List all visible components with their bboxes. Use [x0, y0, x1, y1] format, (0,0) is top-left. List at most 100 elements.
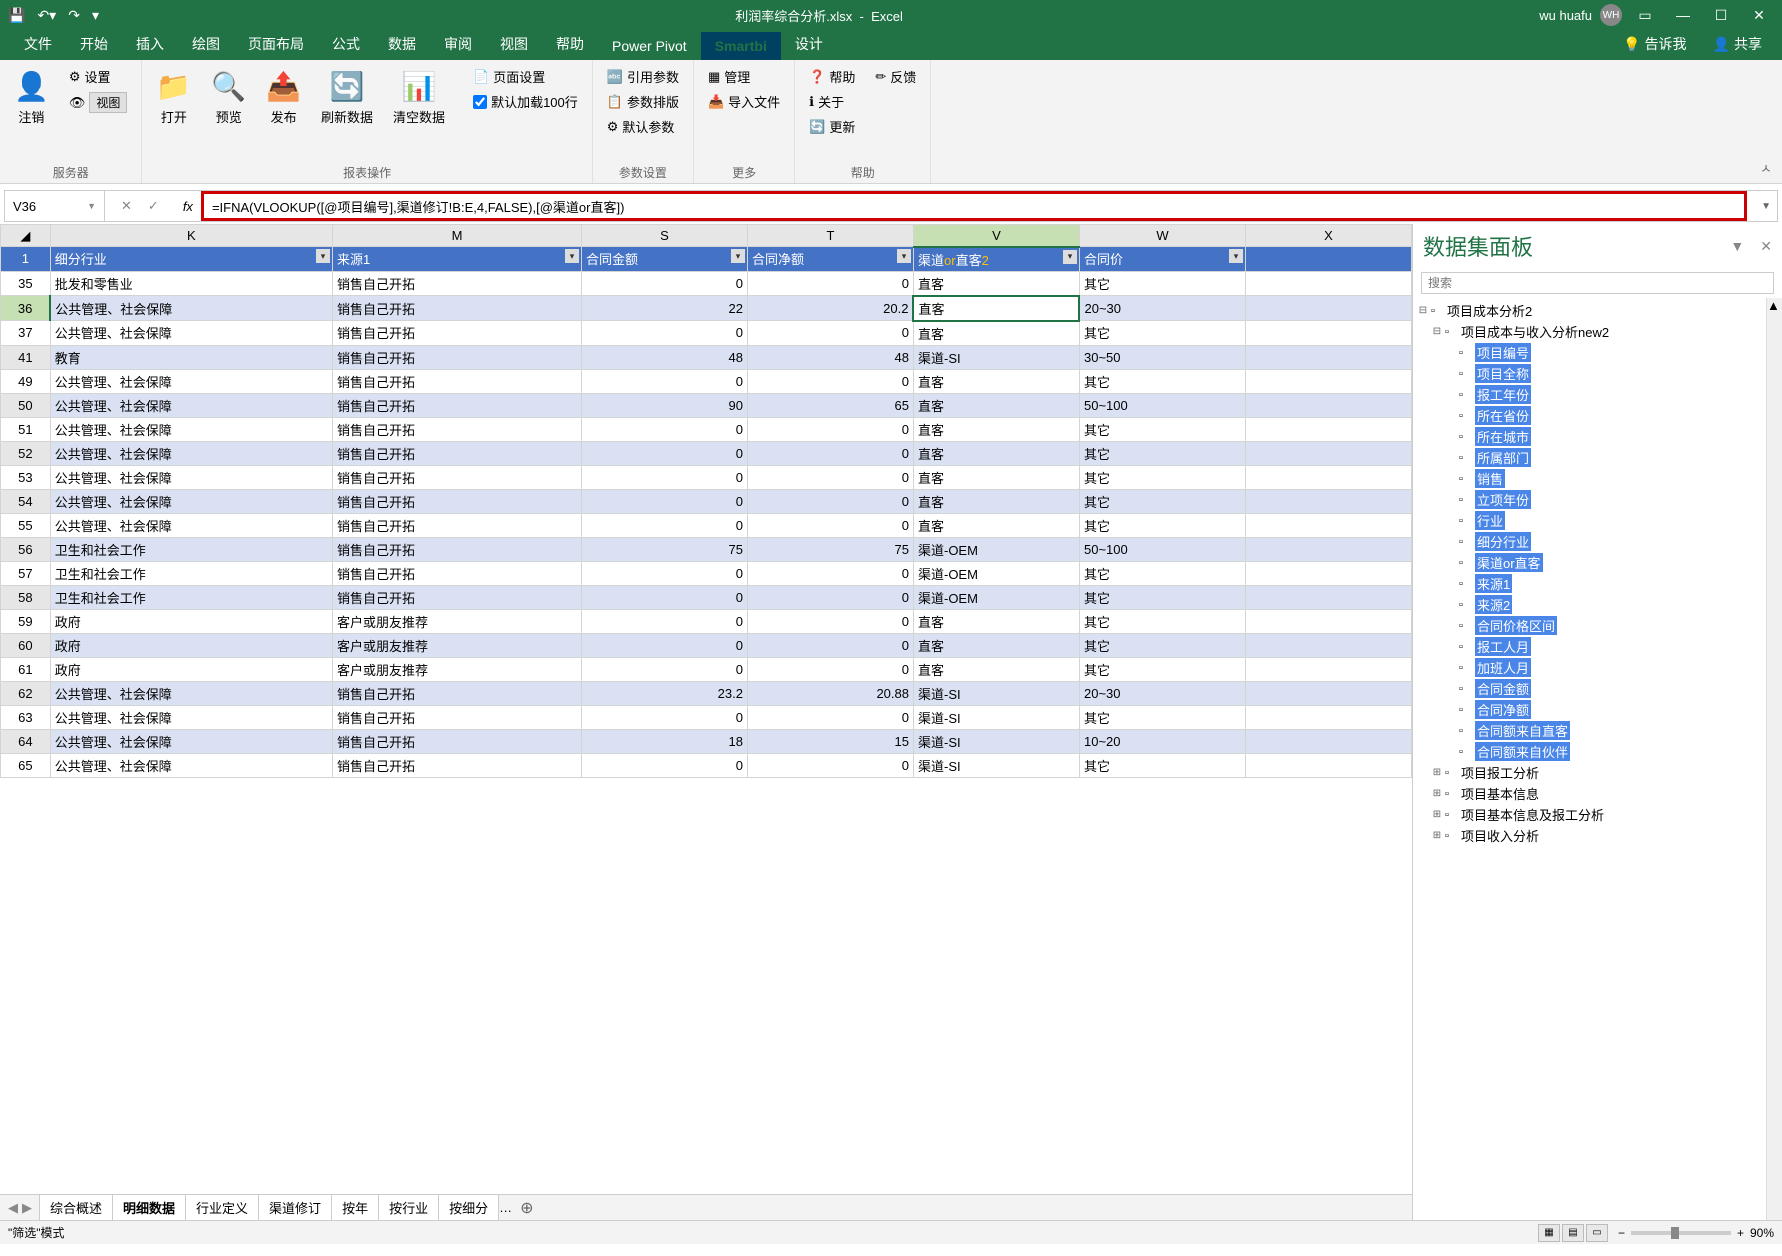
cell[interactable]: 公共管理、社会保障 [50, 393, 332, 417]
cell[interactable]: 15 [747, 729, 913, 753]
accept-formula-icon[interactable]: ✓ [148, 198, 159, 214]
param-layout-button[interactable]: 📋 参数排版 [603, 91, 683, 112]
tree-node[interactable]: ⊞▫项目基本信息及报工分析 [1417, 804, 1762, 825]
table-row[interactable]: 50公共管理、社会保障销售自己开拓9065直客50~100 [1, 393, 1412, 417]
cell[interactable]: 其它 [1079, 705, 1245, 729]
view-button[interactable]: 👁 视图 [65, 91, 132, 114]
cell[interactable]: 0 [581, 657, 747, 681]
row-header[interactable]: 60 [1, 633, 51, 657]
cell[interactable]: 渠道-SI [913, 753, 1079, 777]
cell[interactable]: 其它 [1079, 585, 1245, 609]
tab-设计[interactable]: 设计 [781, 28, 837, 60]
cell[interactable]: 其它 [1079, 561, 1245, 585]
cell[interactable]: 0 [581, 321, 747, 346]
row-header[interactable]: 62 [1, 681, 51, 705]
sheet-tab-按细分[interactable]: 按细分 [438, 1194, 499, 1221]
cell[interactable] [1245, 369, 1411, 393]
cell[interactable]: 销售自己开拓 [332, 681, 581, 705]
cell[interactable]: 0 [747, 369, 913, 393]
row-header[interactable]: 65 [1, 753, 51, 777]
cell[interactable]: 教育 [50, 345, 332, 369]
row-header[interactable]: 57 [1, 561, 51, 585]
cell[interactable]: 公共管理、社会保障 [50, 705, 332, 729]
cell[interactable]: 卫生和社会工作 [50, 561, 332, 585]
tree-node[interactable]: ▫报工年份 [1417, 384, 1762, 405]
tree-node[interactable]: ▫加班人月 [1417, 657, 1762, 678]
tab-插入[interactable]: 插入 [122, 28, 178, 60]
cell[interactable]: 公共管理、社会保障 [50, 441, 332, 465]
filter-header-cell[interactable]: 细分行业▾ [50, 247, 332, 272]
logout-button[interactable]: 👤 注销 [10, 66, 53, 130]
cell[interactable]: 渠道-OEM [913, 537, 1079, 561]
cell[interactable]: 0 [581, 705, 747, 729]
cell[interactable]: 22 [581, 296, 747, 321]
cell[interactable]: 销售自己开拓 [332, 369, 581, 393]
tab-公式[interactable]: 公式 [318, 28, 374, 60]
cell[interactable]: 0 [581, 271, 747, 296]
row-header[interactable]: 63 [1, 705, 51, 729]
view-page-break-icon[interactable]: ▭ [1586, 1224, 1608, 1242]
cell[interactable]: 卫生和社会工作 [50, 537, 332, 561]
tree-node[interactable]: ▫合同额来自伙伴 [1417, 741, 1762, 762]
cell[interactable]: 公共管理、社会保障 [50, 681, 332, 705]
tree-node[interactable]: ▫所在省份 [1417, 405, 1762, 426]
table-row[interactable]: 49公共管理、社会保障销售自己开拓00直客其它 [1, 369, 1412, 393]
cell[interactable]: 直客 [913, 393, 1079, 417]
tree-node[interactable]: ▫合同净额 [1417, 699, 1762, 720]
tree-node[interactable]: ▫项目全称 [1417, 363, 1762, 384]
tree-node[interactable]: ▫合同额来自直客 [1417, 720, 1762, 741]
cell[interactable]: 销售自己开拓 [332, 585, 581, 609]
cell[interactable]: 公共管理、社会保障 [50, 513, 332, 537]
cell[interactable] [1245, 417, 1411, 441]
cell[interactable]: 0 [581, 441, 747, 465]
tab-视图[interactable]: 视图 [486, 28, 542, 60]
cell[interactable]: 公共管理、社会保障 [50, 465, 332, 489]
cell[interactable] [1245, 681, 1411, 705]
col-header-S[interactable]: S [581, 225, 747, 247]
col-header-V[interactable]: V [913, 225, 1079, 247]
cell[interactable]: 其它 [1079, 465, 1245, 489]
update-button[interactable]: 🔄 更新 [805, 116, 859, 137]
cell[interactable] [1245, 585, 1411, 609]
sheet-tab-渠道修订[interactable]: 渠道修订 [258, 1194, 332, 1221]
cell[interactable] [1245, 657, 1411, 681]
table-row[interactable]: 52公共管理、社会保障销售自己开拓00直客其它 [1, 441, 1412, 465]
cell[interactable]: 政府 [50, 633, 332, 657]
cell[interactable]: 销售自己开拓 [332, 441, 581, 465]
tree-node[interactable]: ▫合同金额 [1417, 678, 1762, 699]
table-row[interactable]: 41教育销售自己开拓4848渠道-SI30~50 [1, 345, 1412, 369]
cancel-formula-icon[interactable]: ✕ [121, 198, 132, 214]
table-row[interactable]: 51公共管理、社会保障销售自己开拓00直客其它 [1, 417, 1412, 441]
tab-Power Pivot[interactable]: Power Pivot [598, 32, 701, 60]
cell[interactable] [1245, 633, 1411, 657]
tree-node[interactable]: ▫报工人月 [1417, 636, 1762, 657]
zoom-out-icon[interactable]: − [1618, 1226, 1625, 1240]
cell[interactable]: 其它 [1079, 657, 1245, 681]
filter-dropdown-icon[interactable]: ▾ [1063, 250, 1077, 264]
cell[interactable]: 直客 [913, 489, 1079, 513]
table-row[interactable]: 57卫生和社会工作销售自己开拓00渠道-OEM其它 [1, 561, 1412, 585]
redo-icon[interactable]: ↷ [68, 7, 80, 24]
cell[interactable] [1245, 441, 1411, 465]
cell[interactable]: 销售自己开拓 [332, 465, 581, 489]
table-row[interactable]: 37公共管理、社会保障销售自己开拓00直客其它 [1, 321, 1412, 346]
cell[interactable]: 直客 [913, 633, 1079, 657]
cell[interactable]: 0 [747, 465, 913, 489]
cell[interactable]: 18 [581, 729, 747, 753]
row-header[interactable]: 51 [1, 417, 51, 441]
tree-node[interactable]: ▫渠道or直客 [1417, 552, 1762, 573]
cell[interactable]: 直客 [913, 441, 1079, 465]
ribbon-collapse-icon[interactable]: ㅅ [1750, 152, 1782, 183]
tree-node[interactable]: ⊟▫项目成本分析2 [1417, 300, 1762, 321]
tree-node[interactable]: ⊞▫项目收入分析 [1417, 825, 1762, 846]
table-row[interactable]: 56卫生和社会工作销售自己开拓7575渠道-OEM50~100 [1, 537, 1412, 561]
tree-node[interactable]: ▫来源2 [1417, 594, 1762, 615]
cell[interactable]: 75 [747, 537, 913, 561]
cell[interactable] [1245, 296, 1411, 321]
cell[interactable]: 直客 [913, 369, 1079, 393]
tree-node[interactable]: ▫来源1 [1417, 573, 1762, 594]
cell[interactable]: 20~30 [1079, 296, 1245, 321]
cell[interactable]: 其它 [1079, 441, 1245, 465]
tree-node[interactable]: ▫项目编号 [1417, 342, 1762, 363]
cell[interactable]: 其它 [1079, 271, 1245, 296]
